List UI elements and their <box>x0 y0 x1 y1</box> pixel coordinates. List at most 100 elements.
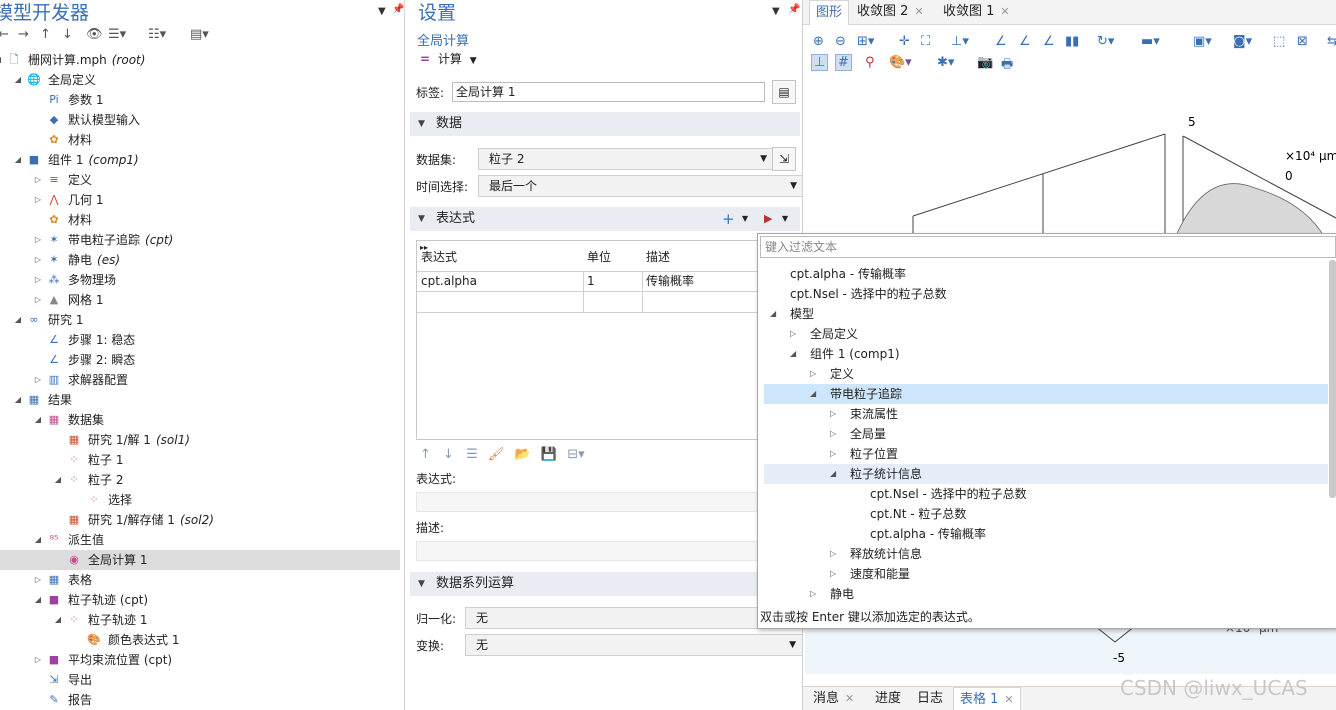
tree-item-selection[interactable]: ⁘ 选择 <box>0 490 400 510</box>
tree-item-solution-store-1[interactable]: ▦ 研究 1/解存储 1 (sol2) <box>0 510 400 530</box>
panel-menu-icon[interactable]: ▼ <box>772 6 780 17</box>
view-3d-icon[interactable]: ▮▮ <box>1065 34 1079 49</box>
picker-item[interactable]: ◢ 带电粒子追踪 <box>764 384 1328 404</box>
expanded-icon[interactable]: ◢ <box>770 304 776 324</box>
tree-item-step-2[interactable]: ∠ 步骤 2: 瞬态 <box>0 350 400 370</box>
zoom-in-icon[interactable]: ⊕ <box>813 34 824 49</box>
picker-item[interactable]: cpt.Nsel - 选择中的粒子总数 <box>764 484 1328 504</box>
forward-arrow-icon[interactable]: → <box>18 27 29 42</box>
view-yz-icon[interactable]: ∠ <box>1019 34 1031 49</box>
filter-input[interactable]: 键入过滤文本 <box>760 236 1336 258</box>
tree-item-solver-config[interactable]: ▷ ▥ 求解器配置 <box>0 370 400 390</box>
expanded-icon[interactable]: ◢ <box>12 310 24 330</box>
collapsed-icon[interactable]: ▷ <box>32 170 44 190</box>
zoom-out-icon[interactable]: ⊖ <box>835 34 846 49</box>
tree-item-particle-trajectories[interactable]: ◢ ■ 粒子轨迹 (cpt) <box>0 590 400 610</box>
picker-item[interactable]: ▷ 定义 <box>764 364 1328 384</box>
picker-item[interactable]: cpt.alpha - 传输概率 <box>764 264 1328 284</box>
delete-list-icon[interactable]: ☰ <box>466 447 478 462</box>
table-cell[interactable]: cpt.alpha <box>417 271 584 292</box>
color-table-icon[interactable]: 🎨▾ <box>889 55 912 70</box>
tree-item-definitions[interactable]: ▷ ≡ 定义 <box>0 170 400 190</box>
collapsed-icon[interactable]: ▷ <box>790 324 796 344</box>
expanded-icon[interactable]: ◢ <box>32 410 44 430</box>
pin-icon[interactable]: 📌 <box>788 4 800 15</box>
more-tools-icon[interactable]: ⇆ <box>1327 34 1336 49</box>
tree-item-report[interactable]: ✎ 报告 <box>0 690 400 710</box>
scrollbar[interactable] <box>1329 260 1336 498</box>
tree-item-materials[interactable]: ✿ 材料 <box>0 210 400 230</box>
render-mode-icon[interactable]: ▬▾ <box>1141 34 1160 49</box>
tree-item-export[interactable]: ⇲ 导出 <box>0 670 400 690</box>
tree-item-component[interactable]: ◢ ■ 组件 1 (comp1) <box>0 150 400 170</box>
expanded-icon[interactable]: ◢ <box>12 70 24 90</box>
dataset-goto-icon[interactable]: ⇲ <box>772 147 796 171</box>
camera-settings-icon[interactable]: ◙▾ <box>1233 34 1252 49</box>
open-folder-icon[interactable]: 📂 <box>515 447 531 462</box>
close-icon[interactable]: ✕ <box>1000 5 1009 18</box>
print-icon[interactable]: 🖶 <box>1001 55 1013 77</box>
series-section-header[interactable]: ▼ 数据系列运算 <box>410 572 800 596</box>
expanded-icon[interactable]: ◢ <box>12 150 24 170</box>
close-icon[interactable]: ✕ <box>914 5 923 18</box>
collapsed-icon[interactable]: ▷ <box>32 290 44 310</box>
clear-brush-icon[interactable]: 🖌 <box>488 447 505 462</box>
collapsed-icon[interactable]: ▷ <box>830 564 836 584</box>
column-header-expression[interactable]: ▸▸ 表达式 <box>417 241 584 272</box>
add-expression-icon[interactable]: + <box>722 207 735 231</box>
collapsed-icon[interactable]: ▷ <box>810 584 816 604</box>
picker-item[interactable]: cpt.Nt - 粒子总数 <box>764 504 1328 524</box>
expression-section-header[interactable]: ▼ 表达式 + ▼ ▶ ▼ <box>410 207 800 231</box>
collapsed-icon[interactable]: ▷ <box>810 364 816 384</box>
picker-item[interactable]: ▷ 释放统计信息 <box>764 544 1328 564</box>
expanded-icon[interactable]: ◢ <box>810 384 816 404</box>
zoom-box-icon[interactable]: ⊞▾ <box>857 34 874 49</box>
move-down-icon[interactable]: ↓ <box>62 27 73 42</box>
camera-icon[interactable]: 📷 <box>977 55 993 70</box>
expanded-icon[interactable]: ◢ <box>52 610 64 630</box>
expanded-icon[interactable]: ◢ <box>32 530 44 550</box>
dataset-select[interactable]: 粒子 2 ▼ <box>478 148 774 170</box>
chevron-down-icon[interactable]: ▼ <box>742 207 748 231</box>
close-icon[interactable]: ✕ <box>845 692 854 705</box>
collapsed-icon[interactable]: ▷ <box>830 444 836 464</box>
table-cell[interactable] <box>583 292 643 313</box>
collapsed-icon[interactable]: ▷ <box>830 544 836 564</box>
back-arrow-icon[interactable]: ← <box>0 27 9 42</box>
tree-item-global-eval-1[interactable]: ◉ 全局计算 1 <box>0 550 400 570</box>
tab-progress[interactable]: 进度 <box>869 687 907 710</box>
panel-menu-icon[interactable]: ▼ <box>378 6 386 17</box>
rotate-icon[interactable]: ↻▾ <box>1097 34 1114 49</box>
picker-item[interactable]: ▷ 全局定义 <box>764 324 1328 344</box>
picker-item[interactable]: ▷ 束流属性 <box>764 404 1328 424</box>
show-grid-icon[interactable]: # <box>835 54 852 71</box>
load-options-icon[interactable]: ⊟▾ <box>567 447 584 462</box>
tree-item-electrostatics[interactable]: ▷ ✶ 静电 (es) <box>0 250 400 270</box>
tree-item-root[interactable]: ◢ 🗋 栅网计算.mph (root) <box>0 50 400 70</box>
show-icon[interactable]: 👁 <box>86 27 103 42</box>
collapsed-icon[interactable]: ▷ <box>32 190 44 210</box>
collapsed-icon[interactable]: ▷ <box>32 270 44 290</box>
tree-item-default-inputs[interactable]: ◆ 默认模型输入 <box>0 110 400 130</box>
description-input[interactable] <box>416 541 763 561</box>
tree-item-materials[interactable]: ✿ 材料 <box>0 130 400 150</box>
tree-item-step-1[interactable]: ∠ 步骤 1: 稳态 <box>0 330 400 350</box>
collapsed-icon[interactable]: ▷ <box>32 570 44 590</box>
close-icon[interactable]: ✕ <box>1004 693 1013 706</box>
tree-item-geometry[interactable]: ▷ ⋀ 几何 1 <box>0 190 400 210</box>
table-cell[interactable] <box>642 292 761 313</box>
view-zx-icon[interactable]: ∠ <box>1043 34 1055 49</box>
tree-item-study[interactable]: ◢ ∞ 研究 1 <box>0 310 400 330</box>
label-input[interactable]: 全局计算 1 <box>452 82 765 102</box>
scene-icon[interactable]: ✱▾ <box>937 55 954 70</box>
picker-item[interactable]: ◢ 组件 1 (comp1) <box>764 344 1328 364</box>
lighting-icon[interactable]: ▣▾ <box>1193 34 1212 49</box>
list-view-icon[interactable]: ▤▾ <box>190 27 209 42</box>
expanded-icon[interactable]: ◢ <box>12 390 24 410</box>
replace-expression-icon[interactable]: ▶ <box>764 207 772 231</box>
zoom-extents-icon[interactable]: ⛶ <box>921 34 930 49</box>
normalize-select[interactable]: 无 ▼ <box>465 607 802 629</box>
label-edit-icon[interactable]: ▤ <box>772 80 796 104</box>
show-axis-icon[interactable]: ⊥ <box>811 54 829 71</box>
save-icon[interactable]: 💾 <box>541 447 557 462</box>
